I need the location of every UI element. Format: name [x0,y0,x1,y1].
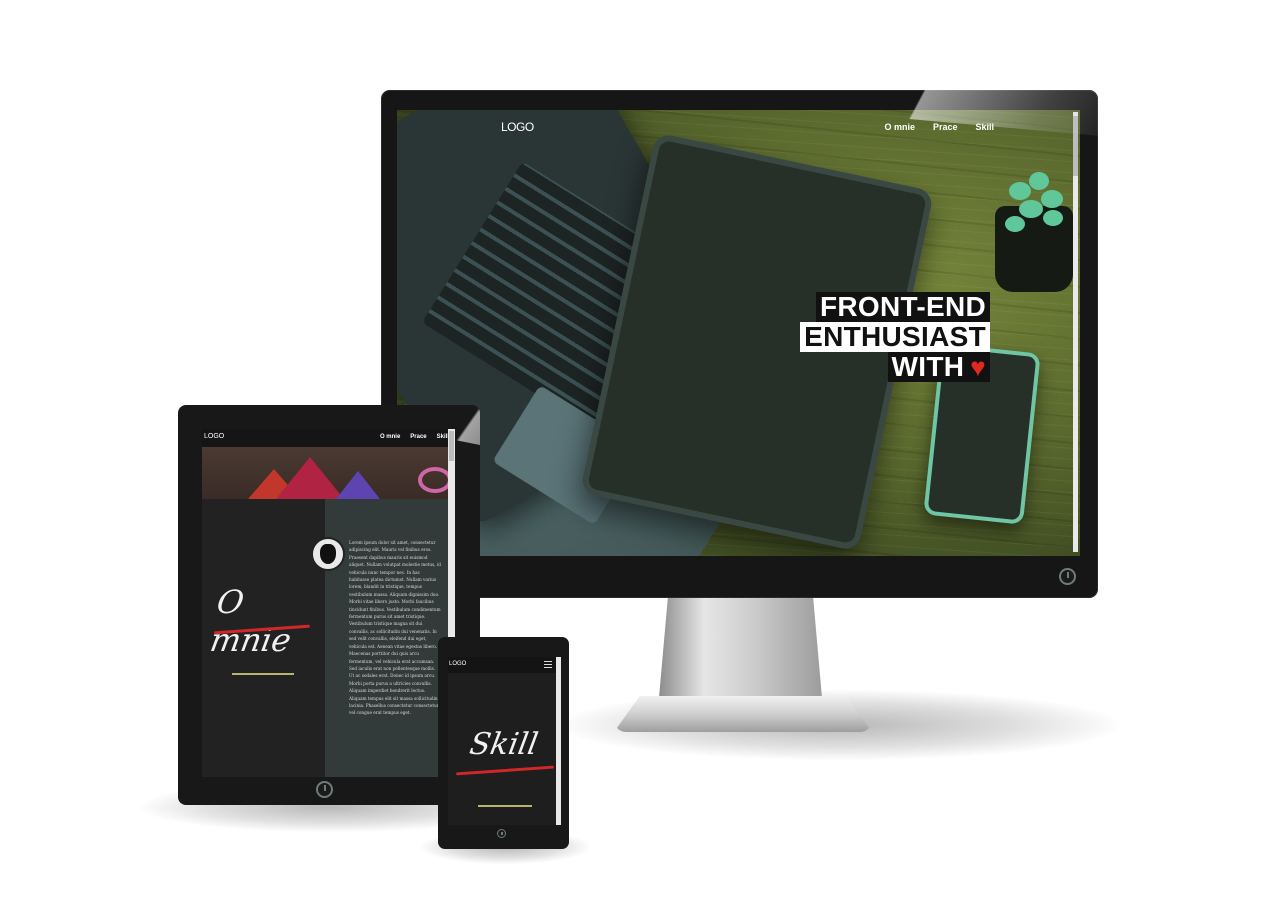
hero-line-3: WITH [891,351,965,382]
tablet-about-right-panel: Lorem ipsum dolor sit amet, consectetur … [311,499,448,777]
phone: LOGO Skill [438,637,569,849]
monitor-scrollbar[interactable] [1073,112,1078,552]
nav-item-skill[interactable]: Skill [975,122,994,132]
plant-image [995,172,1073,292]
monitor-stand-neck [658,597,823,709]
monitor-stand-base [614,696,872,732]
phone-title-underline [456,765,554,776]
hero-line-2: ENTHUSIAST [800,322,990,352]
monitor-power-icon[interactable] [1059,568,1076,585]
phone-screen: LOGO Skill [448,657,561,825]
nav-item-prace[interactable]: Prace [933,122,958,132]
phone-caption [478,805,532,807]
tablet-nav-item-prace[interactable]: Prace [410,434,426,440]
site-nav: O mnie Prace Skill [884,122,994,132]
tablet-left-caption [232,673,294,675]
tablet-power-icon[interactable] [316,781,333,798]
tablet-nav: O mnie Prace Skill [380,434,449,440]
hero-headline: FRONT-END ENTHUSIAST WITH ♥ [800,292,990,382]
monitor-screen: LOGO O mnie Prace Skill FRONT-END ENTHUS… [397,110,1080,556]
tablet-scrollbar-thumb[interactable] [449,431,454,461]
phone-header: LOGO [448,657,561,673]
tablet-section-title: O mnie [207,583,295,659]
phone-site-logo[interactable]: LOGO [449,661,466,667]
tablet-site-logo[interactable]: LOGO [204,433,224,440]
tablet-about-left-panel: O mnie [202,499,325,777]
phone-section-title: Skill [466,727,541,762]
tablet-header: LOGO O mnie Prace Skill [202,429,455,447]
tablet-screen: LOGO O mnie Prace Skill O mnie Lorem ips… [202,429,455,777]
tablet: LOGO O mnie Prace Skill O mnie Lorem ips… [178,405,480,805]
hero-line-1: FRONT-END [815,292,990,322]
tablet-hero-image [202,447,452,499]
hero-line-3-wrap: WITH ♥ [887,351,990,382]
tablet-nav-item-o-mnie[interactable]: O mnie [380,434,400,440]
tablet-body-text: Lorem ipsum dolor sit amet, consectetur … [349,540,441,716]
monitor-scrollbar-thumb[interactable] [1073,116,1078,176]
heart-icon: ♥ [970,352,986,382]
hamburger-menu-icon[interactable] [544,661,552,668]
phone-scrollbar[interactable] [556,657,561,825]
site-logo[interactable]: LOGO [501,120,534,134]
phone-power-icon[interactable] [497,829,506,838]
avatar-mask-icon [311,537,345,571]
monitor: LOGO O mnie Prace Skill FRONT-END ENTHUS… [381,90,1098,598]
nav-item-o-mnie[interactable]: O mnie [884,122,915,132]
